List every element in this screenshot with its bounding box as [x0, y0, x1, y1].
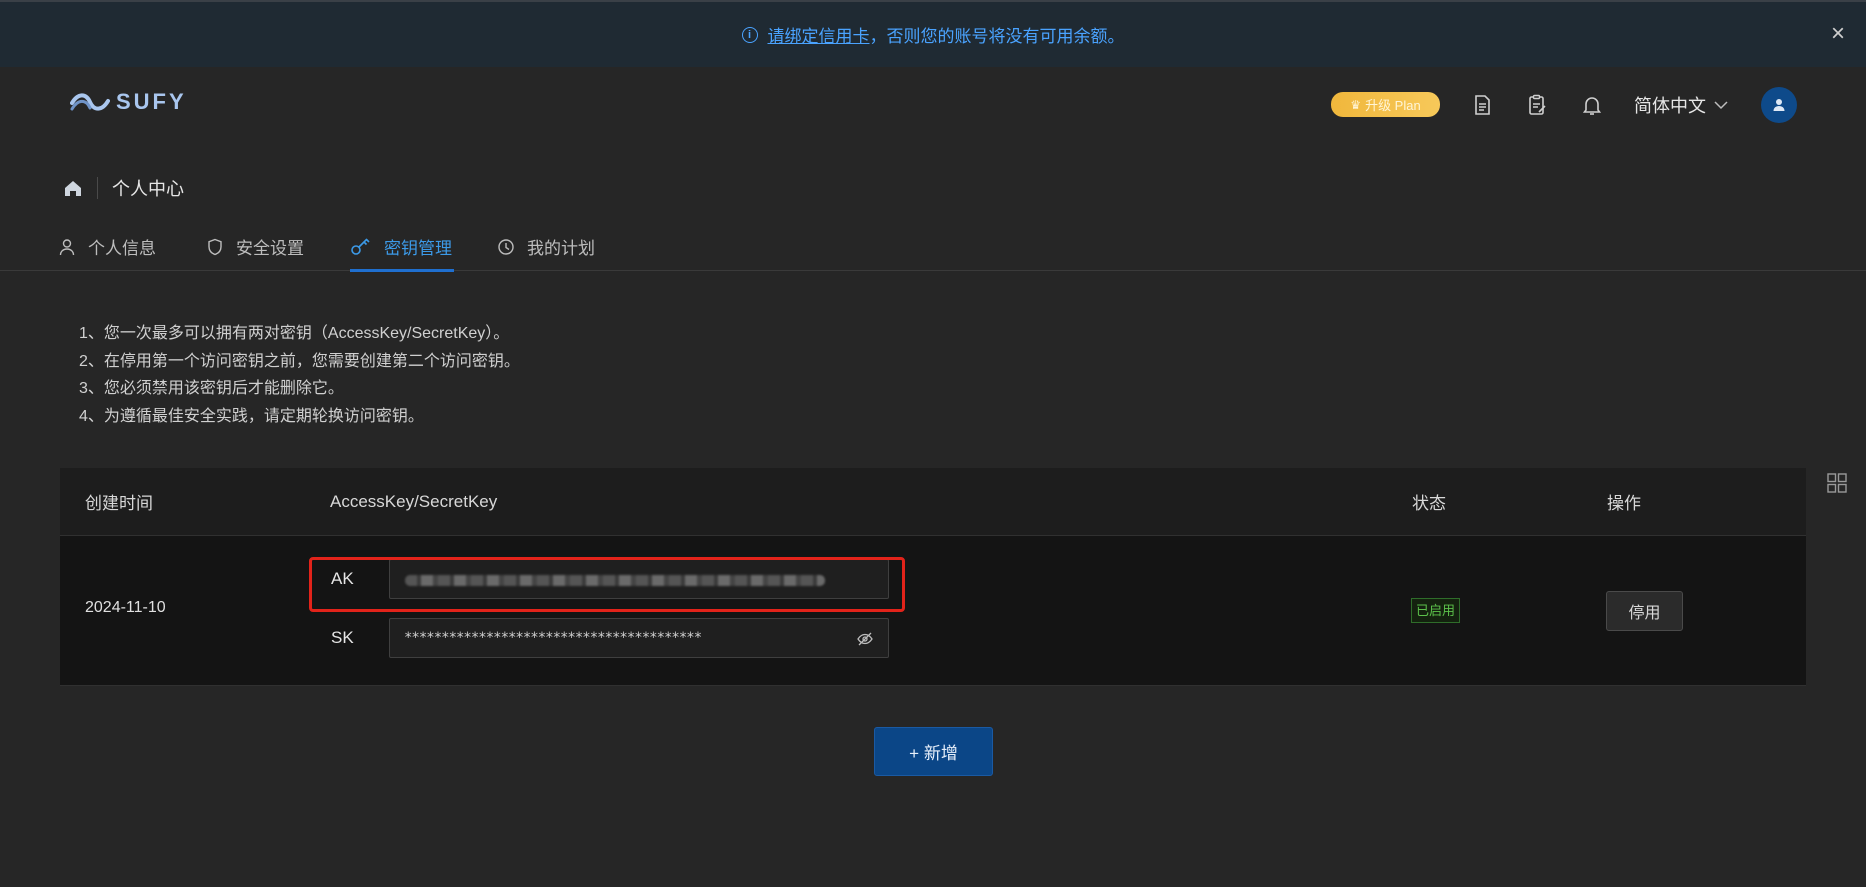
language-select[interactable]: 简体中文 — [1634, 92, 1728, 118]
column-header-created: 创建时间 — [85, 494, 153, 513]
tab-personal-info[interactable]: 个人信息 — [58, 222, 156, 271]
grid-icon[interactable] — [1826, 472, 1848, 494]
home-icon[interactable] — [63, 179, 83, 197]
tab-label: 密钥管理 — [384, 239, 452, 258]
upgrade-plan-button[interactable]: ♛ 升级 Plan — [1331, 92, 1440, 117]
info-icon: i — [741, 26, 758, 43]
plan-badge-label: 升级 Plan — [1365, 98, 1421, 113]
clipboard-icon[interactable] — [1525, 93, 1549, 117]
guideline-item: 4、为遵循最佳安全实践，请定期轮换访问密钥。 — [79, 407, 424, 425]
tab-key-management[interactable]: 密钥管理 — [350, 222, 454, 272]
notice-bar: i 请绑定信用卡，否则您的账号将没有可用余额。 × — [0, 0, 1866, 67]
key-guidelines: 1、您一次最多可以拥有两对密钥（AccessKey/SecretKey）。 2、… — [79, 320, 520, 430]
add-key-button[interactable]: + 新增 — [874, 727, 993, 776]
eye-off-icon[interactable] — [856, 630, 874, 648]
tab-label: 个人信息 — [88, 239, 156, 258]
tab-label: 我的计划 — [527, 239, 595, 258]
page-title: 个人中心 — [112, 179, 184, 199]
close-icon[interactable]: × — [1828, 22, 1848, 46]
user-icon — [59, 238, 75, 255]
crown-icon: ♛ — [1350, 97, 1362, 112]
column-header-status: 状态 — [1412, 494, 1446, 513]
logo-mark-icon — [70, 93, 110, 111]
secret-key-field[interactable]: **************************************** — [389, 618, 889, 658]
logo-text: SUFY — [116, 89, 187, 114]
disable-button[interactable]: 停用 — [1606, 591, 1683, 631]
clock-icon — [498, 238, 514, 255]
document-icon[interactable] — [1470, 93, 1494, 117]
tab-label: 安全设置 — [236, 239, 304, 258]
guideline-item: 1、您一次最多可以拥有两对密钥（AccessKey/SecretKey）。 — [79, 325, 510, 342]
guideline-item: 3、您必须禁用该密钥后才能删除它。 — [79, 380, 344, 397]
table-header: 创建时间 AccessKey/SecretKey 状态 操作 — [60, 468, 1806, 536]
language-label: 简体中文 — [1634, 96, 1706, 116]
bind-card-link[interactable]: 请绑定信用卡 — [768, 27, 870, 46]
table-row: 2024-11-10 AK SK ***********************… — [60, 536, 1806, 686]
user-icon — [1773, 99, 1785, 111]
avatar[interactable] — [1761, 87, 1797, 123]
logo[interactable]: SUFY — [70, 89, 187, 115]
notice-message: ，否则您的账号将没有可用余额。 — [869, 27, 1125, 46]
breadcrumb: 个人中心 — [63, 175, 184, 201]
shield-icon — [208, 238, 222, 255]
column-header-actions: 操作 — [1607, 494, 1641, 513]
created-date: 2024-11-10 — [85, 599, 166, 616]
tab-my-plan[interactable]: 我的计划 — [497, 222, 595, 271]
tab-bar: 个人信息 安全设置 密钥管理 我的计划 — [0, 222, 1866, 272]
status-badge: 已启用 — [1411, 598, 1461, 623]
tab-security-settings[interactable]: 安全设置 — [206, 222, 304, 271]
top-header: SUFY ♛ 升级 Plan 简体中文 — [0, 67, 1866, 143]
highlight-box — [309, 557, 905, 612]
key-icon — [351, 237, 370, 255]
column-header-keys: AccessKey/SecretKey — [330, 491, 498, 511]
sk-label: SK — [331, 628, 354, 647]
secret-key-masked: **************************************** — [404, 630, 702, 646]
notice-content: i 请绑定信用卡，否则您的账号将没有可用余额。 — [741, 22, 1125, 47]
breadcrumb-divider — [97, 177, 98, 199]
chevron-down-icon — [1714, 101, 1728, 110]
access-key-table: 创建时间 AccessKey/SecretKey 状态 操作 2024-11-1… — [60, 468, 1806, 686]
bell-icon[interactable] — [1580, 93, 1604, 117]
guideline-item: 2、在停用第一个访问密钥之前，您需要创建第二个访问密钥。 — [79, 352, 520, 370]
